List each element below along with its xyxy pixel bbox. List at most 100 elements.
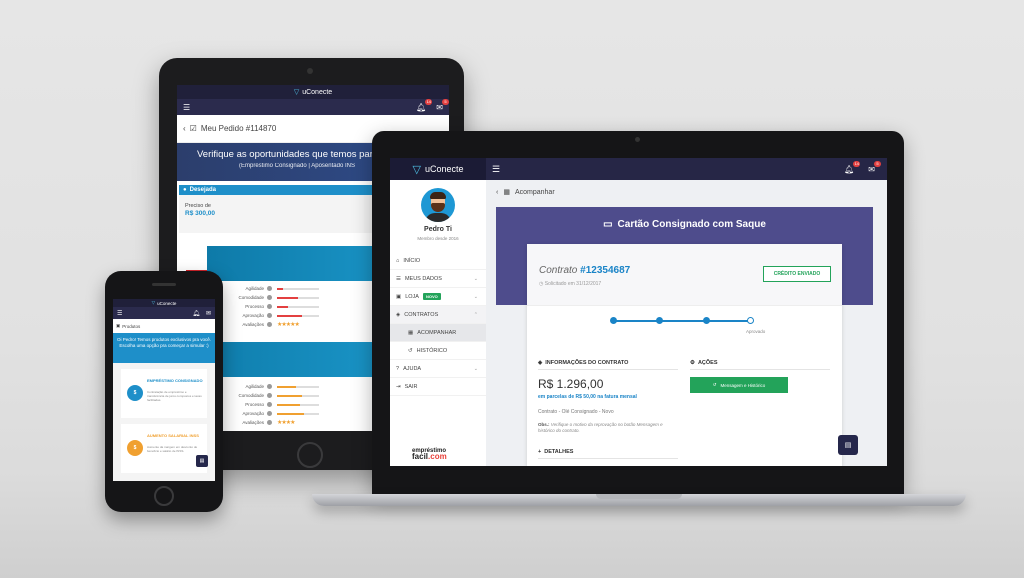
cart-icon: ▣ <box>116 323 121 328</box>
info-header-label: INFORMAÇÕES DO CONTRATO <box>545 360 629 366</box>
bell-icon[interactable]: 🔔︎ 14 <box>416 98 433 112</box>
user-name: Pedro Ti <box>424 226 452 233</box>
phone-home-button[interactable] <box>154 486 174 506</box>
sidebar-item-meus-dados[interactable]: ☰ MEUS DADOS ⌄ <box>390 270 486 288</box>
actions-section-header: ⚙ AÇÕES <box>690 360 718 366</box>
chevron-down-icon: ⌄ <box>473 293 478 300</box>
breadcrumb-label: Produtos <box>122 323 141 329</box>
rating-stars: ★★★★ <box>277 420 295 426</box>
step-dot <box>610 317 617 324</box>
chat-button[interactable]: ▤ <box>196 455 208 467</box>
avatar[interactable] <box>421 188 455 222</box>
mail-icon[interactable]: ✉ <box>206 310 211 317</box>
divider <box>538 458 678 459</box>
sidebar-item-contratos[interactable]: ◈ CONTRATOS ⌃ <box>390 306 486 324</box>
new-badge: NOVO <box>422 293 441 300</box>
help-icon[interactable] <box>267 295 272 300</box>
help-icon[interactable] <box>267 420 272 425</box>
help-icon[interactable] <box>267 384 272 389</box>
tablet-home-button[interactable] <box>297 442 323 468</box>
sidebar-item-label: INÍCIO <box>403 257 421 264</box>
chat-button[interactable]: ▤ <box>838 435 858 455</box>
help-icon[interactable] <box>267 313 272 318</box>
bell-icon[interactable]: 🔔︎ 14 <box>844 160 861 174</box>
sidebar-item-loja[interactable]: ▣ LOJA NOVO ⌄ <box>390 288 486 306</box>
history-icon: ↺ <box>712 382 717 387</box>
check-circle-icon: ● <box>183 187 187 193</box>
bag-icon: ▣ <box>396 293 402 300</box>
details-section-header[interactable]: + DETALHES <box>538 449 573 455</box>
top-bar: ▽ uConecte ☰ 🔔︎ 14 ✉ 5 <box>390 158 887 180</box>
rating-fill <box>277 287 284 290</box>
breadcrumb: ‹ ▦ Acompanhar <box>496 188 555 197</box>
menu-icon[interactable]: ☰ <box>486 164 844 175</box>
contract-label: Contrato <box>539 265 578 276</box>
message-history-button[interactable]: ↺ Mensagem e Histórico <box>690 377 788 393</box>
rating-fill <box>277 412 305 415</box>
rating-label: Avaliações <box>242 420 264 425</box>
product-card-consignado[interactable]: $ EMPRÉSTIMO CONSIGNADO Contratação de e… <box>121 369 207 418</box>
mail-icon[interactable]: ✉ 5 <box>436 98 449 112</box>
help-icon[interactable] <box>267 402 272 407</box>
menu-icon[interactable]: ☰ <box>117 310 122 317</box>
chat-icon: ▤ <box>199 458 205 464</box>
rating-row: Processo <box>231 400 319 409</box>
rating-row: Agilidade <box>231 284 319 293</box>
avatar-hair <box>430 192 446 199</box>
rating-fill <box>277 394 303 397</box>
logout-icon: ⇥ <box>396 383 401 390</box>
laptop-notch <box>596 494 682 499</box>
sidebar-item-label: CONTRATOS <box>404 311 439 318</box>
rating-row: Agilidade <box>231 382 319 391</box>
help-icon[interactable] <box>267 304 272 309</box>
rating-fill <box>277 314 303 317</box>
rating-track <box>277 287 319 290</box>
sidebar-item-sair[interactable]: ⇥ SAIR <box>390 378 486 396</box>
product-desc: Aumente da margem em desconto de benefíc… <box>147 445 198 453</box>
avatar-body <box>425 213 451 222</box>
rating-track <box>277 394 319 397</box>
rating-label: Comodidade <box>238 295 264 300</box>
obs-body: Verifique o motivo da reprovação no botã… <box>538 422 663 433</box>
notification-badge: 14 <box>425 98 433 105</box>
product-title: EMPRÉSTIMO CONSIGNADO <box>147 378 203 383</box>
step-dot <box>656 317 663 324</box>
help-icon[interactable] <box>267 411 272 416</box>
main-content: ‹ ▦ Acompanhar ▭ Cartão Consignado com S… <box>486 180 887 466</box>
menu-icon[interactable]: ☰ <box>183 103 190 112</box>
brand-name: uConecte <box>424 164 464 174</box>
rating-label: Aprovação <box>242 411 264 416</box>
sidebar-item-historico[interactable]: ↺ HISTÓRICO <box>390 342 486 360</box>
rating-track <box>277 296 319 299</box>
product-text: Contrato - Olé Consignado - Novo <box>538 409 614 415</box>
credit-sent-button[interactable]: CRÉDITO ENVIADO <box>763 266 831 282</box>
back-chevron-icon[interactable]: ‹ <box>183 124 186 133</box>
sidebar-item-label: SAIR <box>404 383 418 390</box>
help-icon[interactable] <box>267 322 272 327</box>
footer-brand-logo[interactable]: empréstimo facil.com <box>412 448 447 461</box>
breadcrumb-label: Meu Pedido #114870 <box>200 124 277 133</box>
back-chevron-icon[interactable]: ‹ <box>496 189 498 196</box>
product-card-aumento[interactable]: $ AUMENTO SALARIAL INSS Aumente da marge… <box>121 424 207 473</box>
phone-nav-bar: ☰ 🔔︎ ✉ <box>113 307 215 319</box>
rating-label: Avaliações <box>242 322 264 327</box>
rating-track <box>277 314 319 317</box>
sidebar-item-acompanhar[interactable]: ▦ ACOMPANHAR <box>390 324 486 342</box>
product-desc: Contratação de empréstimo e transferênci… <box>147 390 202 402</box>
brand[interactable]: ▽ uConecte <box>390 158 486 180</box>
contract-card: Contrato #12354687 ◷ Solicitado em 31/12… <box>527 244 842 466</box>
info-section-header: ◈ INFORMAÇÕES DO CONTRATO <box>538 360 628 366</box>
mail-icon[interactable]: ✉ 5 <box>868 160 881 174</box>
bell-icon[interactable]: 🔔︎ <box>192 310 200 317</box>
sidebar-menu: ⌂ INÍCIO ☰ MEUS DADOS ⌄ ▣ LOJA NOVO ⌄ ◈ … <box>390 252 486 396</box>
help-icon[interactable] <box>267 286 272 291</box>
sidebar-item-ajuda[interactable]: ? AJUDA ⌄ <box>390 360 486 378</box>
actions-header-label: AÇÕES <box>697 360 718 366</box>
gear-icon: ⚙ <box>690 360 695 366</box>
help-icon[interactable] <box>267 393 272 398</box>
message-badge: 5 <box>442 98 449 105</box>
chat-icon: ▤ <box>844 442 852 449</box>
laptop-device: ▽ uConecte ☰ 🔔︎ 14 ✉ 5 Pedro Ti Membro des… <box>372 131 904 495</box>
divider <box>690 369 830 370</box>
sidebar-item-inicio[interactable]: ⌂ INÍCIO <box>390 252 486 270</box>
